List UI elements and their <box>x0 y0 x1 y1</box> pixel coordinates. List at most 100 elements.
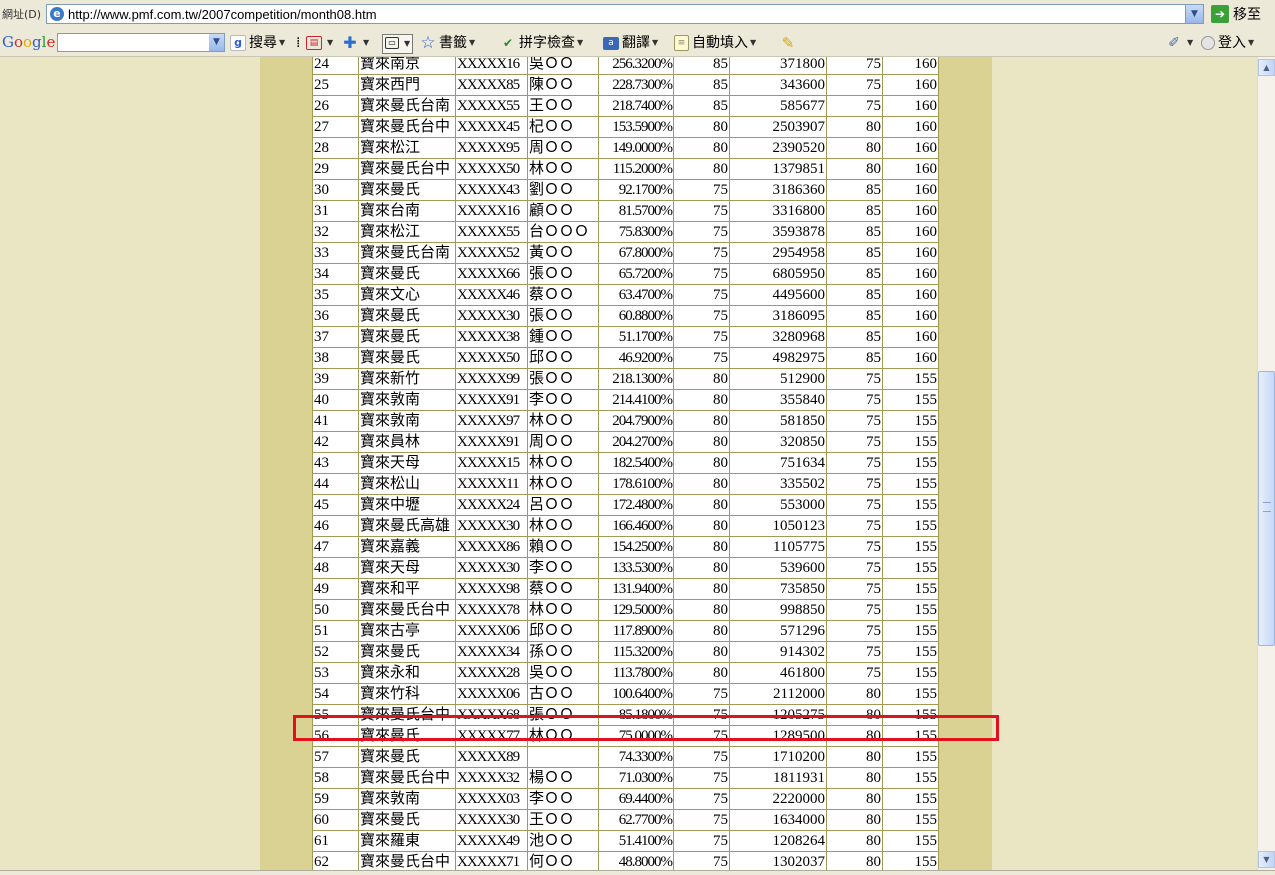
cell-score-a: 85 <box>673 95 730 117</box>
cell-score-b: 85 <box>826 263 883 285</box>
table-row: 59 寶來敦南 XXXXX03 李ＯＯ 69.4400% 75 2220000 80 155 <box>312 788 939 810</box>
cell-branch: 寶來曼氏 <box>358 809 456 831</box>
settings-button[interactable]: ✐ ▼ <box>1166 34 1193 52</box>
cell-rank: 26 <box>312 95 359 117</box>
cell-account: XXXXX55 <box>455 95 528 117</box>
cell-score-b: 75 <box>826 452 883 474</box>
table-row: 25 寶來西門 XXXXX85 陳ＯＯ 228.7300% 85 343600 75 160 <box>312 74 939 96</box>
cell-total: 155 <box>882 452 939 474</box>
cell-rank: 49 <box>312 578 359 600</box>
cell-amount: 3280968 <box>729 326 827 348</box>
translate-label: 翻譯 <box>622 35 650 51</box>
cell-rate: 166.4600% <box>598 515 674 537</box>
cell-branch: 寶來南京 <box>358 57 456 75</box>
cell-account: XXXXX28 <box>455 662 528 684</box>
go-button[interactable]: ➔ 移至 <box>1211 4 1261 24</box>
cell-account: XXXXX78 <box>455 599 528 621</box>
cell-rate: 256.3200% <box>598 57 674 75</box>
cell-account: XXXXX30 <box>455 515 528 537</box>
cell-name: 周ＯＯ <box>527 137 599 159</box>
scrollbar-thumb[interactable] <box>1258 371 1275 646</box>
cell-branch: 寶來曼氏 <box>358 263 456 285</box>
scroll-down-arrow-icon[interactable]: ▼ <box>1258 851 1275 868</box>
cell-score-a: 80 <box>673 137 730 159</box>
table-row: 35 寶來文心 XXXXX46 蔡ＯＯ 63.4700% 75 4495600 85 160 <box>312 284 939 306</box>
cell-score-a: 80 <box>673 473 730 495</box>
cell-account: XXXXX86 <box>455 536 528 558</box>
cell-name: 鍾ＯＯ <box>527 326 599 348</box>
table-row: 40 寶來敦南 XXXXX91 李ＯＯ 214.4100% 80 355840 75 155 <box>312 389 939 411</box>
cell-total: 155 <box>882 809 939 831</box>
address-label: 網址(D) <box>2 8 42 21</box>
spellcheck-label: 拼字檢查 <box>519 35 575 51</box>
address-input[interactable]: e http://www.pmf.com.tw/2007competition/… <box>46 4 1204 24</box>
table-row: 41 寶來敦南 XXXXX97 林ＯＯ 204.7900% 80 581850 75 155 <box>312 410 939 432</box>
cell-rate: 131.9400% <box>598 578 674 600</box>
bookmarks-button[interactable]: ☆ 書籤 ▼ <box>420 34 475 52</box>
cell-amount: 1208264 <box>729 830 827 852</box>
scroll-up-arrow-icon[interactable]: ▲ <box>1258 59 1275 76</box>
translate-button[interactable]: a 翻譯 ▼ <box>603 34 658 52</box>
add-button[interactable]: ✚ ▼ <box>342 34 369 52</box>
cell-total: 155 <box>882 662 939 684</box>
cell-amount: 4495600 <box>729 284 827 306</box>
cell-branch: 寶來曼氏 <box>358 746 456 768</box>
cell-amount: 355840 <box>729 389 827 411</box>
cell-rate: 218.1300% <box>598 368 674 390</box>
cell-account: XXXXX11 <box>455 473 528 495</box>
cell-rank: 39 <box>312 368 359 390</box>
cell-rank: 51 <box>312 620 359 642</box>
autofill-button[interactable]: ≡ 自動填入 ▼ <box>674 34 756 52</box>
cell-branch: 寶來古亭 <box>358 620 456 642</box>
cell-branch: 寶來松江 <box>358 137 456 159</box>
cell-branch: 寶來敦南 <box>358 389 456 411</box>
cell-score-a: 75 <box>673 221 730 243</box>
cell-total: 160 <box>882 326 939 348</box>
cell-amount: 4982975 <box>729 347 827 369</box>
cell-branch: 寶來曼氏台南 <box>358 95 456 117</box>
cell-amount: 751634 <box>729 452 827 474</box>
plus-icon: ✚ <box>343 33 357 52</box>
cell-rank: 29 <box>312 158 359 180</box>
search-dropdown-chevron-icon[interactable]: ▼ <box>209 34 224 51</box>
table-row: 37 寶來曼氏 XXXXX38 鍾ＯＯ 51.1700% 75 3280968 85 160 <box>312 326 939 348</box>
google-logo[interactable]: Google <box>2 33 55 51</box>
cell-score-a: 80 <box>673 662 730 684</box>
cell-amount: 2503907 <box>729 116 827 138</box>
table-row: 52 寶來曼氏 XXXXX34 孫ＯＯ 115.3200% 80 914302 75 155 <box>312 641 939 663</box>
cell-branch: 寶來曼氏 <box>358 347 456 369</box>
cell-rate: 65.7200% <box>598 263 674 285</box>
spellcheck-button[interactable]: ✔ 拼字檢查 ▼ <box>500 34 583 52</box>
table-row: 30 寶來曼氏 XXXXX43 劉ＯＯ 92.1700% 75 3186360 85 160 <box>312 179 939 201</box>
google-search-input[interactable]: ▼ <box>57 33 225 52</box>
news-button[interactable]: ▤ ▼ <box>306 34 333 52</box>
vertical-scrollbar[interactable]: ▲ ▼ <box>1257 57 1275 870</box>
cell-name: 張ＯＯ <box>527 305 599 327</box>
highlight-button[interactable]: ✎ <box>780 34 799 52</box>
cell-amount: 320850 <box>729 431 827 453</box>
left-side-strip <box>260 57 312 870</box>
address-dropdown-chevron-icon[interactable]: ▼ <box>1185 5 1203 23</box>
cell-score-a: 80 <box>673 620 730 642</box>
cell-account: XXXXX85 <box>455 74 528 96</box>
cell-score-a: 80 <box>673 452 730 474</box>
cell-amount: 553000 <box>729 494 827 516</box>
chevron-down-icon: ▼ <box>750 38 757 47</box>
cell-score-b: 80 <box>826 788 883 810</box>
cell-rank: 40 <box>312 389 359 411</box>
cell-branch: 寶來敦南 <box>358 410 456 432</box>
popup-blocker-button[interactable]: ▭ ▼ <box>382 34 414 54</box>
signin-button[interactable]: 登入 ▼ <box>1201 34 1254 52</box>
google-search-button[interactable]: g 搜尋 ▼ <box>230 34 285 52</box>
table-row: 47 寶來嘉義 XXXXX86 賴ＯＯ 154.2500% 80 1105775 75 155 <box>312 536 939 558</box>
cell-branch: 寶來松山 <box>358 473 456 495</box>
cell-score-a: 75 <box>673 242 730 264</box>
cell-score-b: 75 <box>826 599 883 621</box>
cell-score-b: 75 <box>826 494 883 516</box>
cell-total: 160 <box>882 200 939 222</box>
cell-amount: 1050123 <box>729 515 827 537</box>
cell-name: 吳ＯＯ <box>527 57 599 75</box>
table-row: 33 寶來曼氏台南 XXXXX52 黃ＯＯ 67.8000% 75 2954958 85 160 <box>312 242 939 264</box>
cell-rate: 228.7300% <box>598 74 674 96</box>
chevron-down-icon: ▼ <box>1248 38 1255 47</box>
